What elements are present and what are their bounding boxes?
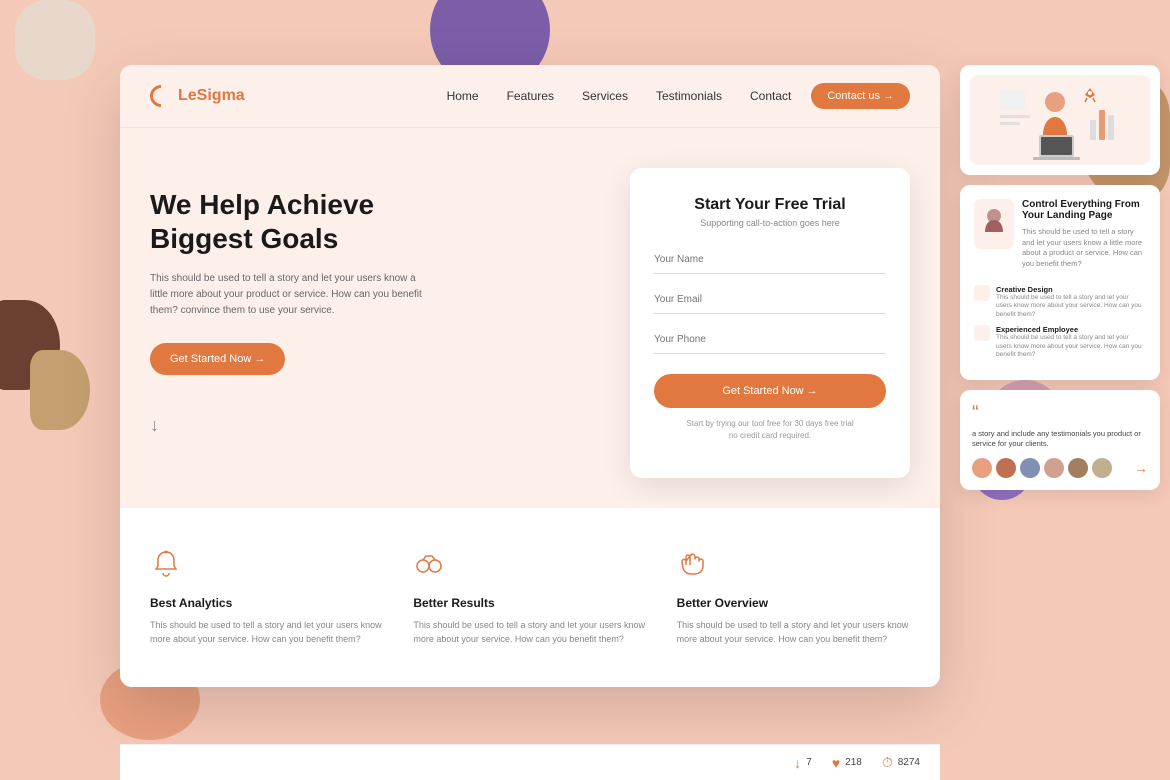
panel2-title: Control Everything From Your Landing Pag… [1022,199,1146,221]
nav-contact[interactable]: Contact [750,89,791,103]
hero-cta-button[interactable]: Get Started Now → [150,343,285,375]
avatars-group [972,458,1112,478]
stat-likes: ♥ 218 [832,755,862,771]
quote-icon: “ [972,402,1148,425]
main-panel: LeSigma Home Features Services Testimoni… [120,65,940,687]
testimonial-panel: “ a story and include any testimonials y… [960,390,1160,490]
blob-decoration [15,0,95,80]
hero-section: We Help Achieve Biggest Goals This shoul… [120,128,940,508]
hero-title-line2: Biggest Goals [150,222,338,256]
illustration-area [970,75,1150,165]
avatar-6 [1092,458,1112,478]
hero-scroll-arrow: ↓ [150,415,610,436]
feature-overview: Better Overview This should be used to t… [677,548,910,647]
avatar-4 [1044,458,1064,478]
feature-overview-title: Better Overview [677,596,910,610]
trial-note: Start by trying our tool free for 30 day… [654,418,886,442]
testimonial-text: a story and include any testimonials you… [972,429,1148,450]
logo-icon [145,80,176,111]
illustration-panel [960,65,1160,175]
control-panel: Control Everything From Your Landing Pag… [960,185,1160,380]
score-icon: ↓ [794,755,801,771]
panel3-footer: → [972,458,1148,478]
stat-likes-value: 218 [845,757,862,768]
nav-home[interactable]: Home [447,89,479,103]
trial-email-input[interactable] [654,286,886,314]
trial-submit-button[interactable]: Get Started Now → [654,374,886,408]
blob-decoration [30,350,90,430]
hero-description: This should be used to tell a story and … [150,271,430,319]
brand-name: LeSigma [178,87,245,105]
avatar-1 [972,458,992,478]
hero-title-line1: We Help Achieve [150,189,374,220]
panel2-content: Control Everything From Your Landing Pag… [974,199,1146,277]
feature-results-desc: This should be used to tell a story and … [413,618,646,647]
avatar-3 [1020,458,1040,478]
feature-experienced-text: Experienced Employee This should be used… [996,325,1146,359]
panel2-image [974,199,1014,249]
heart-icon: ♥ [832,755,840,771]
feature-overview-desc: This should be used to tell a story and … [677,618,910,647]
right-panels: Control Everything From Your Landing Pag… [960,65,1160,490]
hero-title: We Help Achieve Biggest Goals [150,188,610,255]
feature-analytics-desc: This should be used to tell a story and … [150,618,383,647]
features-section: Best Analytics This should be used to te… [120,508,940,687]
feature-results-title: Better Results [413,596,646,610]
panel2-text: Control Everything From Your Landing Pag… [1022,199,1146,277]
stat-time: ⏱ 8274 [882,754,920,771]
feature-icon-2 [974,325,990,341]
hero-left: We Help Achieve Biggest Goals This shoul… [150,168,630,478]
navbar: LeSigma Home Features Services Testimoni… [120,65,940,128]
nav-links: Home Features Services Testimonials Cont… [447,87,792,105]
trial-phone-input[interactable] [654,326,886,354]
feature-creative-text: Creative Design This should be used to t… [996,285,1146,319]
feature-creative-design: Creative Design This should be used to t… [974,285,1146,319]
panel2-description: This should be used to tell a story and … [1022,227,1146,269]
trial-card-title: Start Your Free Trial [654,196,886,214]
contact-us-button[interactable]: Contact us → [811,83,910,109]
trial-card-subtitle: Supporting call-to-action goes here [654,218,886,228]
nav-services[interactable]: Services [582,89,628,103]
nav-features[interactable]: Features [507,89,554,103]
clock-icon: ⏱ [882,754,893,771]
nav-testimonials[interactable]: Testimonials [656,89,722,103]
blob-decoration [0,300,60,390]
feature-experienced: Experienced Employee This should be used… [974,325,1146,359]
stat-time-value: 8274 [898,757,920,768]
feature-analytics: Best Analytics This should be used to te… [150,548,383,647]
hand-icon [677,548,713,584]
testimonial-arrow[interactable]: → [1134,460,1148,476]
stat-score: ↓ 7 [794,755,812,771]
avatar-2 [996,458,1016,478]
logo: LeSigma [150,85,245,107]
avatar-5 [1068,458,1088,478]
trial-name-input[interactable] [654,246,886,274]
stat-score-value: 7 [806,757,812,768]
feature-results: Better Results This should be used to te… [413,548,646,647]
binoculars-icon [413,548,449,584]
trial-card: Start Your Free Trial Supporting call-to… [630,168,910,478]
stats-bar: ↓ 7 ♥ 218 ⏱ 8274 [120,744,940,780]
feature-icon-1 [974,285,990,301]
bell-icon [150,548,186,584]
feature-analytics-title: Best Analytics [150,596,383,610]
